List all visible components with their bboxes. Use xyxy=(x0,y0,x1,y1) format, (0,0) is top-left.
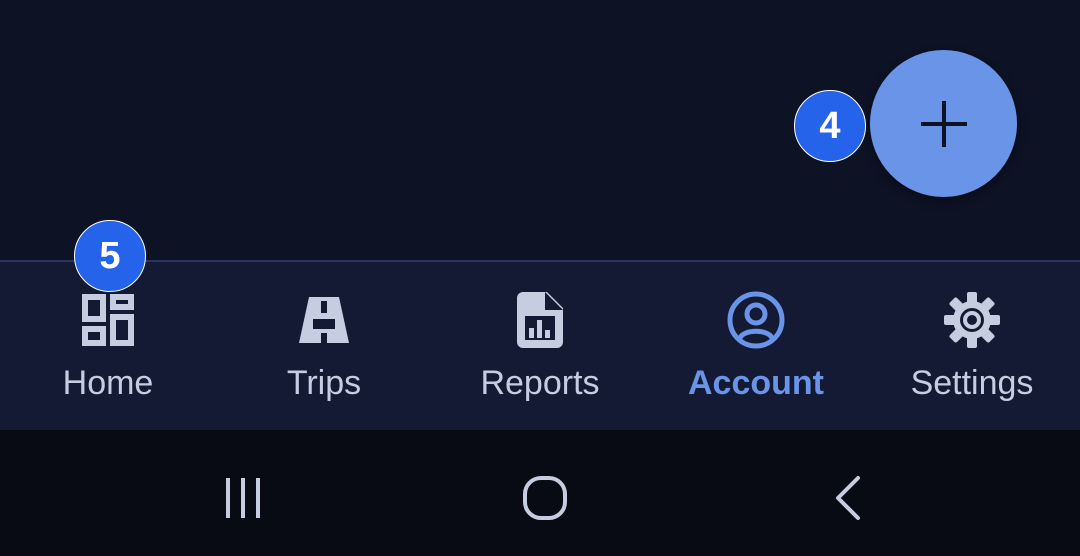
add-fab-button[interactable] xyxy=(870,50,1017,197)
recents-icon xyxy=(226,478,260,518)
back-icon xyxy=(836,476,860,520)
nav-item-account[interactable]: Account xyxy=(648,262,864,430)
annotation-badge: 4 xyxy=(794,90,866,162)
system-navigation-bar xyxy=(0,430,1080,556)
dashboard-icon xyxy=(78,290,138,350)
recents-button[interactable] xyxy=(213,468,273,528)
back-button[interactable] xyxy=(818,468,878,528)
gear-icon xyxy=(942,290,1002,350)
nav-label-account: Account xyxy=(688,364,824,402)
road-icon xyxy=(294,290,354,350)
report-icon xyxy=(510,290,570,350)
bottom-navigation: Home Trips Reports Account Settings xyxy=(0,260,1080,430)
nav-item-reports[interactable]: Reports xyxy=(432,262,648,430)
nav-label-settings: Settings xyxy=(910,364,1034,402)
account-circle-icon xyxy=(726,290,786,350)
nav-item-settings[interactable]: Settings xyxy=(864,262,1080,430)
nav-label-home: Home xyxy=(62,364,154,402)
annotation-badge: 5 xyxy=(74,220,146,292)
nav-item-trips[interactable]: Trips xyxy=(216,262,432,430)
system-home-button[interactable] xyxy=(515,468,575,528)
app-screen: 4 5 Home Trips Reports Account Settings xyxy=(0,0,1080,556)
home-circle-icon xyxy=(523,476,567,520)
plus-icon xyxy=(920,100,967,147)
nav-label-reports: Reports xyxy=(480,364,600,402)
nav-label-trips: Trips xyxy=(286,364,362,402)
